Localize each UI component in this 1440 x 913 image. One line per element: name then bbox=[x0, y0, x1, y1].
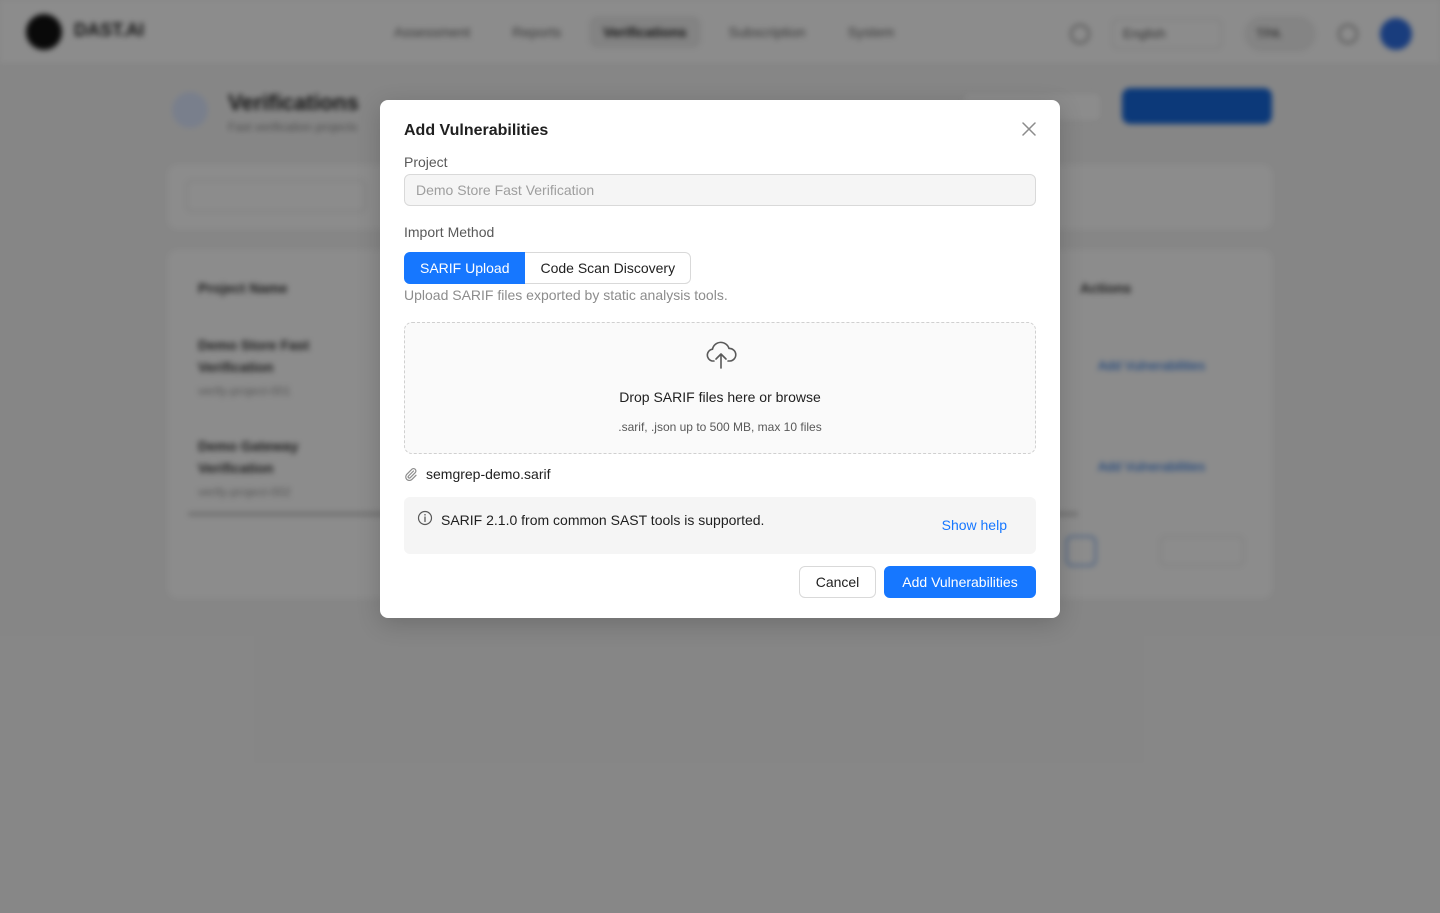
import-method-segmented: SARIF Upload Code Scan Discovery bbox=[404, 252, 692, 284]
sarif-upload-option[interactable]: SARIF Upload bbox=[404, 252, 526, 284]
sarif-dropzone[interactable]: Drop SARIF files here or browse .sarif, … bbox=[404, 322, 1036, 454]
close-button[interactable] bbox=[1018, 118, 1040, 140]
import-method-label: Import Method bbox=[404, 224, 495, 240]
close-icon bbox=[1022, 122, 1036, 136]
info-icon bbox=[417, 510, 433, 526]
paperclip-icon bbox=[405, 468, 417, 481]
cancel-button[interactable]: Cancel bbox=[799, 566, 876, 598]
modal-title: Add Vulnerabilities bbox=[404, 122, 549, 139]
add-vulnerabilities-modal: Add Vulnerabilities Project Import Metho… bbox=[380, 100, 1060, 618]
add-vulnerabilities-button[interactable]: Add Vulnerabilities bbox=[884, 566, 1036, 598]
info-alert: SARIF 2.1.0 from common SAST tools is su… bbox=[404, 497, 1036, 554]
show-help-link[interactable]: Show help bbox=[942, 517, 1007, 533]
dropzone-title: Drop SARIF files here or browse bbox=[619, 389, 821, 405]
code-scan-discovery-option[interactable]: Code Scan Discovery bbox=[525, 252, 692, 284]
attached-file-name[interactable]: semgrep-demo.sarif bbox=[426, 466, 551, 482]
project-label: Project bbox=[404, 154, 448, 170]
info-text: SARIF 2.1.0 from common SAST tools is su… bbox=[441, 512, 765, 528]
cloud-upload-icon bbox=[706, 341, 737, 369]
import-method-hint: Upload SARIF files exported by static an… bbox=[404, 287, 728, 303]
attached-file-item: semgrep-demo.sarif bbox=[404, 464, 551, 484]
dropzone-subtitle: .sarif, .json up to 500 MB, max 10 files bbox=[618, 420, 822, 434]
project-input[interactable] bbox=[404, 174, 1036, 206]
